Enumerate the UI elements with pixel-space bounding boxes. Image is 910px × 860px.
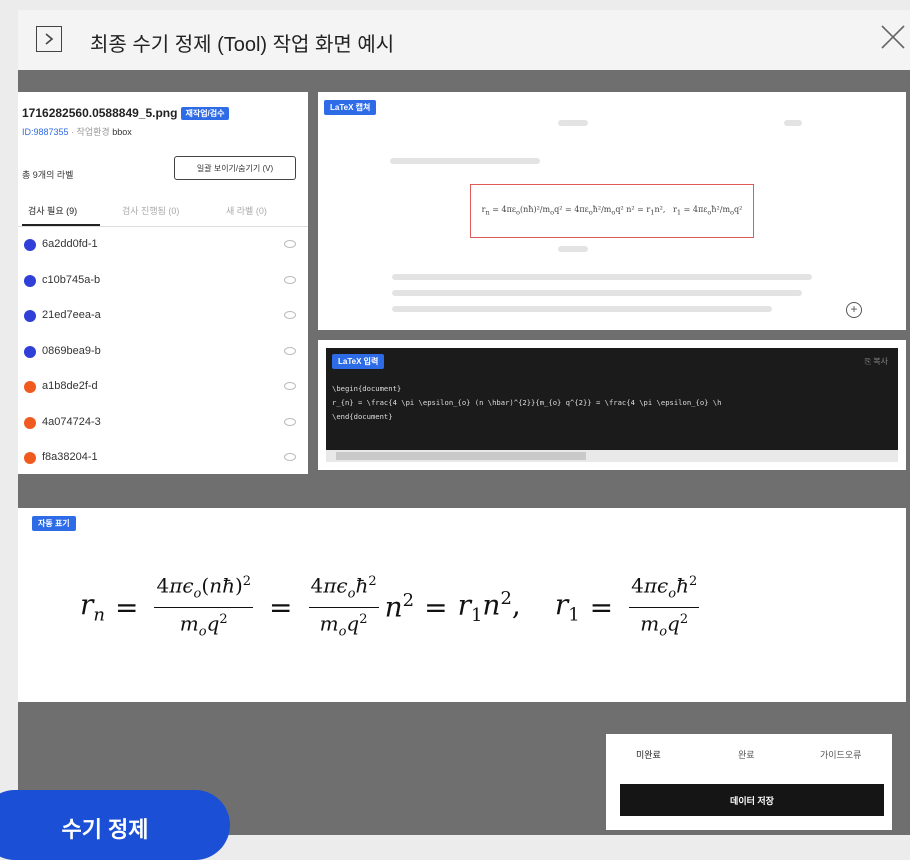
auto-render-panel: 자동 표기 rn = 4πϵo(nħ)2 moq2 = 4πϵoħ2 moq2 n2… (18, 508, 906, 702)
blurred-text (392, 306, 772, 312)
label-panel: 1716282560.0588849_5.png 재작업/검수 ID:988735… (18, 92, 308, 474)
workspace: 1716282560.0588849_5.png 재작업/검수 ID:988735… (18, 70, 910, 835)
blurred-text (390, 158, 540, 164)
tab-incomplete[interactable]: 미완료 (636, 748, 661, 761)
label-color-dot (24, 381, 36, 393)
blurred-text (392, 290, 802, 296)
label-count: 총 9개의 라벨 (22, 170, 74, 180)
scrollbar-thumb[interactable] (336, 452, 586, 460)
blurred-text (558, 246, 588, 252)
copy-button[interactable]: ⎘ 복사 (865, 356, 888, 367)
blurred-text (558, 120, 588, 126)
label-id: a1b8de2f-d (42, 380, 98, 392)
auto-render-badge: 자동 표기 (32, 516, 76, 531)
label-id: 6a2dd0fd-1 (42, 238, 98, 250)
close-button[interactable] (876, 20, 910, 54)
blurred-text (784, 120, 802, 126)
rendered-formula: rn = 4πϵo(nħ)2 moq2 = 4πϵoħ2 moq2 n2 = r1n… (80, 570, 705, 644)
label-id: 0869bea9-b (42, 344, 101, 357)
tab-new-labels[interactable]: 새 라벨 (0) (226, 204, 267, 217)
eye-icon[interactable] (284, 346, 296, 355)
toggle-visibility-button[interactable]: 일괄 보이기/숨기기 (V) (174, 156, 296, 180)
plus-circle-icon[interactable]: + (846, 302, 862, 318)
tab-guide-error[interactable]: 가이드오류 (820, 748, 861, 761)
label-color-dot (24, 274, 36, 287)
label-id: c10b745a-b (42, 273, 101, 286)
file-meta: ID:9887355 · 작업환경 bbox (22, 127, 132, 137)
code-line: \end{document} (332, 412, 393, 421)
label-id: 4a074724-3 (42, 415, 101, 428)
eye-icon[interactable] (284, 275, 296, 284)
eye-icon[interactable] (284, 417, 296, 426)
tab-complete[interactable]: 완료 (738, 748, 755, 761)
latex-input-badge: LaTeX 입력 (332, 354, 385, 369)
code-editor[interactable]: LaTeX 입력 ⎘ 복사 \begin{document} r_{n} = \f… (326, 348, 898, 462)
label-item[interactable]: 6a2dd0fd-1 (18, 228, 308, 264)
eye-icon[interactable] (284, 453, 296, 461)
sidebar-toggle-button[interactable] (36, 26, 62, 52)
tab-needs-review[interactable]: 검사 필요 (9) (28, 204, 77, 217)
eye-icon[interactable] (284, 382, 296, 390)
label-id: f8a38204-1 (42, 451, 98, 463)
label-color-dot (24, 452, 36, 464)
label-item[interactable]: 0869bea9-b (18, 335, 308, 371)
code-line: \begin{document} (332, 384, 402, 393)
label-item[interactable]: a1b8de2f-d (18, 370, 308, 406)
latex-capture-panel: LaTeX 캡쳐 rn = 4πεo(nħ)²/moq² = 4πεoħ²/mo… (318, 92, 906, 330)
label-color-dot (24, 310, 36, 322)
label-item[interactable]: 4a074724-3 (18, 406, 308, 442)
label-color-dot (24, 345, 36, 358)
label-item[interactable]: f8a38204-1 (18, 441, 308, 474)
overlay-label-pill: 수기 정제 (0, 790, 230, 860)
label-tabs: 검사 필요 (9) 검사 진행됨 (0) 새 라벨 (0) (18, 192, 308, 227)
label-color-dot (24, 416, 36, 429)
save-data-button[interactable]: 데이터 저장 (620, 784, 884, 816)
code-line: r_{n} = \frac{4 \pi \epsilon_{o} (n \hba… (332, 398, 722, 407)
label-color-dot (24, 239, 36, 251)
window-title: 최종 수기 정제 (Tool) 작업 화면 예시 (90, 34, 395, 56)
file-name: 1716282560.0588849_5.png 재작업/검수 (22, 106, 229, 121)
latex-capture-badge: LaTeX 캡쳐 (324, 100, 377, 115)
title-bar: 최종 수기 정제 (Tool) 작업 화면 예시 (18, 10, 910, 70)
label-item[interactable]: 21ed7eea-a (18, 299, 308, 335)
eye-icon[interactable] (284, 240, 296, 248)
status-controls: 미완료 완료 가이드오류 데이터 저장 (606, 734, 892, 830)
eye-icon[interactable] (284, 311, 296, 319)
horizontal-scrollbar[interactable] (326, 450, 898, 462)
latex-code[interactable]: \begin{document} r_{n} = \frac{4 \pi \eps… (332, 382, 721, 424)
latex-input-panel: LaTeX 입력 ⎘ 복사 \begin{document} r_{n} = \f… (318, 340, 906, 470)
tab-reviewed[interactable]: 검사 진행됨 (0) (122, 204, 179, 217)
close-icon (881, 25, 905, 49)
label-id: 21ed7eea-a (42, 309, 101, 321)
chevron-right-icon (45, 33, 54, 45)
task-type: bbox (112, 127, 132, 137)
label-item[interactable]: c10b745a-b (18, 264, 308, 300)
blurred-text (392, 274, 812, 280)
active-tab-indicator (22, 224, 100, 226)
file-id[interactable]: ID:9887355 (22, 127, 69, 137)
highlighted-equation: rn = 4πεo(nħ)²/moq² = 4πεoħ²/moq² n² = r… (470, 184, 754, 238)
status-badge: 재작업/검수 (181, 107, 229, 121)
app-window: 최종 수기 정제 (Tool) 작업 화면 예시 1716282560.0588… (18, 10, 910, 835)
